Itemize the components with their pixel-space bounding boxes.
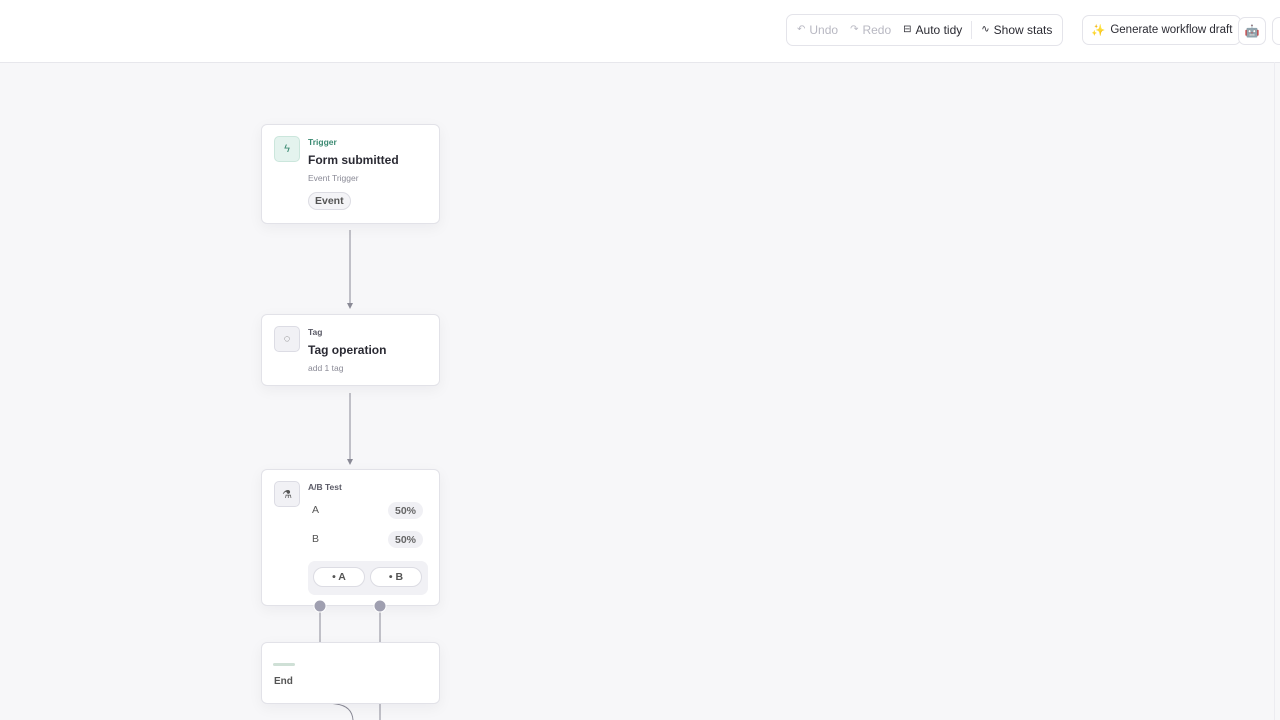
variant-a-percent: 50% — [388, 502, 423, 519]
branch-tray: • A • B — [308, 561, 428, 595]
end-node[interactable]: End — [261, 642, 440, 704]
event-badge: Event — [308, 192, 351, 210]
variant-b-label: B — [312, 533, 320, 545]
workflow-edges — [319, 230, 381, 720]
lightning-icon: ϟ — [274, 136, 300, 162]
tag-node[interactable]: ◌ Tag Tag operation add 1 tag — [261, 314, 440, 386]
trigger-node[interactable]: ϟ Trigger Form submitted Event Trigger E… — [261, 124, 440, 224]
tag-icon: ◌ — [274, 326, 300, 352]
node-title: Form submitted — [308, 153, 399, 167]
node-type-label: Tag — [308, 327, 323, 337]
end-indicator — [273, 663, 295, 666]
branch-a-button[interactable]: • A — [313, 567, 365, 587]
node-subtitle: Event Trigger — [308, 173, 359, 183]
flask-icon: ⚗ — [274, 481, 300, 507]
branch-b-button[interactable]: • B — [370, 567, 422, 587]
variant-a-label: A — [312, 504, 320, 516]
node-type-label: Trigger — [308, 137, 337, 147]
end-label: End — [274, 676, 293, 687]
variant-b-percent: 50% — [388, 531, 423, 548]
node-type-label: A/B Test — [308, 482, 342, 492]
node-subtitle: add 1 tag — [308, 363, 344, 373]
node-title: Tag operation — [308, 343, 387, 357]
ab-test-node[interactable]: ⚗ A/B Test A 50% B 50% • A • B — [261, 469, 440, 606]
